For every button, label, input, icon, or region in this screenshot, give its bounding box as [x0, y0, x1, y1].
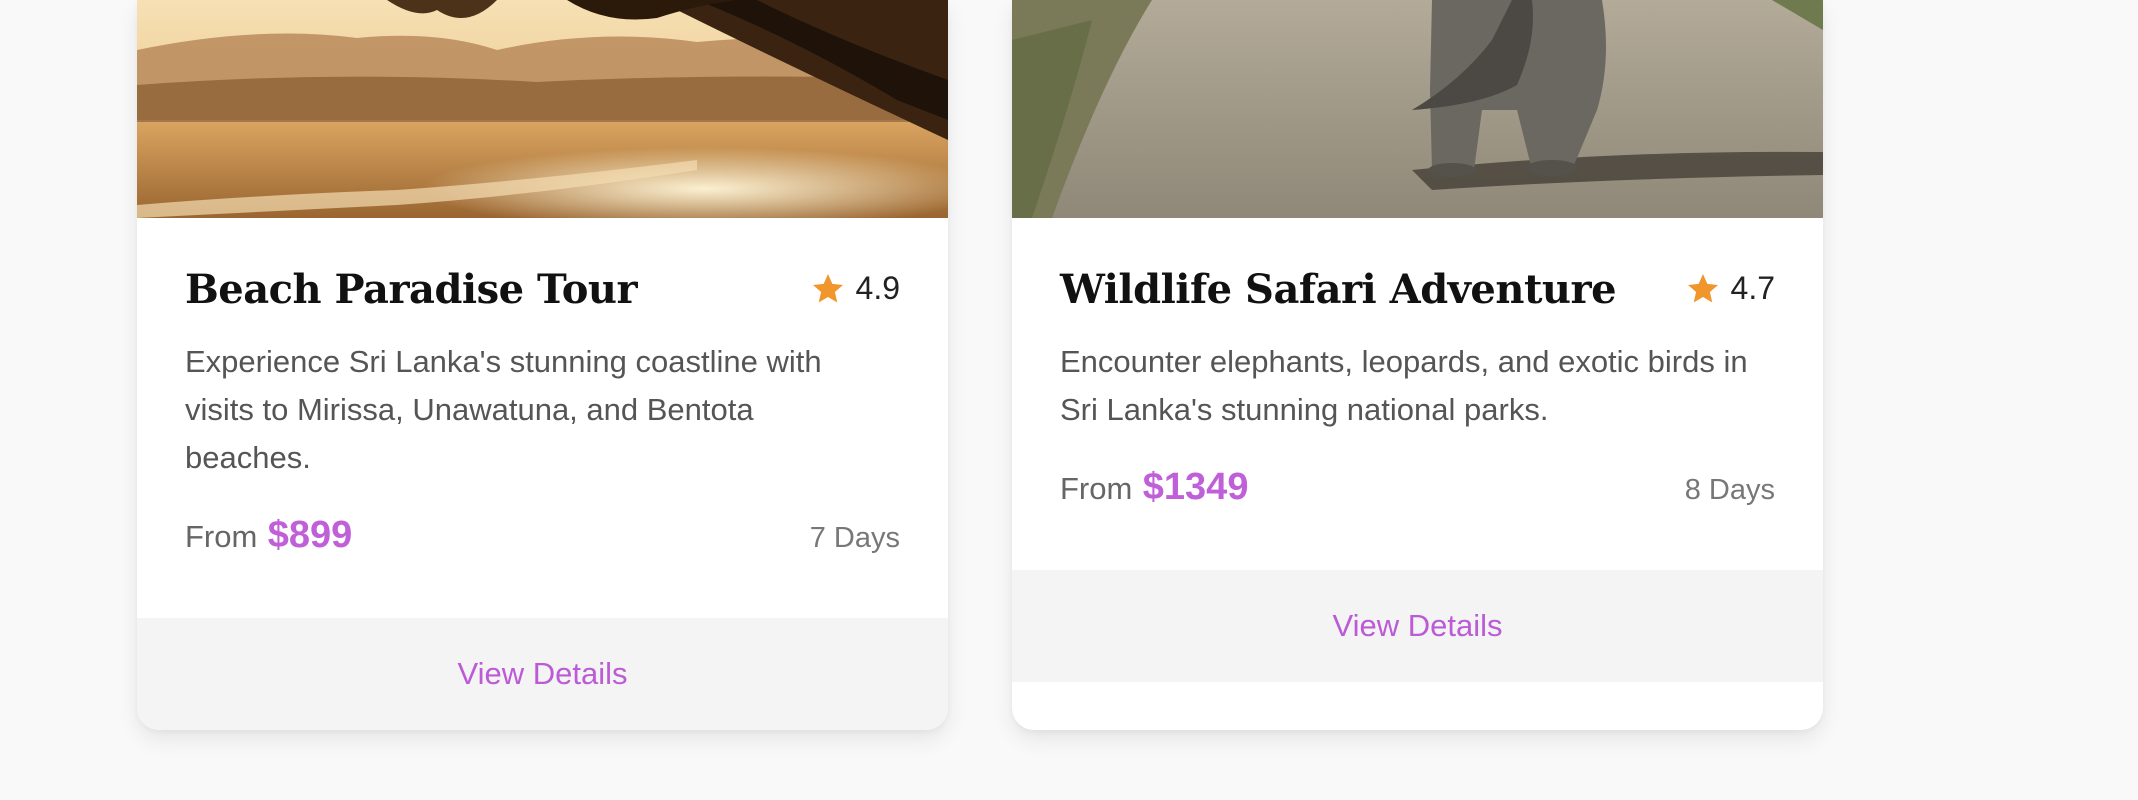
price-row: From $899 7 Days — [185, 514, 900, 557]
tour-card-beach-paradise[interactable]: Beach Paradise Tour 4.9 Experience Sri L… — [137, 0, 948, 730]
duration: 7 Days — [809, 522, 900, 554]
from-label: From — [185, 519, 258, 554]
rating: 4.9 — [810, 270, 900, 307]
rating-value: 4.7 — [1730, 270, 1775, 306]
star-icon — [812, 273, 843, 302]
rating-value: 4.9 — [855, 270, 900, 306]
price-row: From $1349 8 Days — [1060, 466, 1775, 509]
from-label: From — [1060, 471, 1133, 506]
price-value: $1349 — [1142, 466, 1249, 508]
tour-title: Beach Paradise Tour — [185, 266, 638, 313]
price-block: From $899 — [185, 514, 352, 557]
rating: 4.7 — [1685, 270, 1775, 307]
tour-title: Wildlife Safari Adventure — [1060, 266, 1617, 313]
star-icon — [1687, 273, 1718, 302]
tour-card-wildlife-safari[interactable]: Wildlife Safari Adventure 4.7 Encounter … — [1012, 0, 1823, 730]
view-details-button[interactable]: View Details — [137, 618, 948, 730]
tour-description: Encounter elephants, leopards, and exoti… — [1060, 344, 1748, 427]
duration: 8 Days — [1684, 474, 1775, 506]
price-block: From $1349 — [1060, 466, 1248, 509]
tour-description: Experience Sri Lanka's stunning coastlin… — [185, 344, 822, 475]
price-value: $899 — [267, 514, 353, 556]
view-details-button[interactable]: View Details — [1012, 570, 1823, 682]
beach-sunset-photo — [137, 0, 948, 218]
elephant-road-photo — [1012, 0, 1823, 218]
